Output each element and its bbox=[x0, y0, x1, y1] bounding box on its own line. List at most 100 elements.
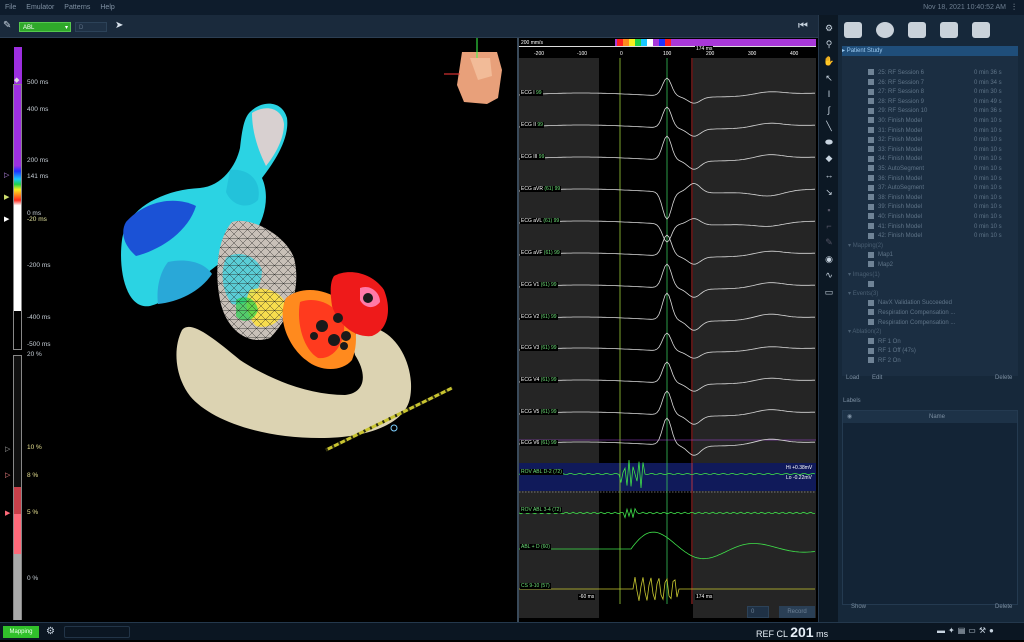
curve-icon[interactable]: ∫ bbox=[822, 103, 836, 117]
ecg-channel-label[interactable]: ECG aVR (61) 99 bbox=[520, 186, 562, 192]
orientation-torso[interactable] bbox=[444, 38, 502, 104]
tree-session-item[interactable]: 28: RF Session 9 0 min 49 s bbox=[842, 97, 1018, 107]
ecg-panel[interactable]: 200 mm/s 174 ms -200 -100 0 100 200 300 400 EC… bbox=[519, 38, 816, 622]
status-field[interactable] bbox=[64, 626, 130, 638]
box-icon[interactable]: ▪ bbox=[822, 203, 836, 217]
settings-sliders-icon[interactable]: ⫶ bbox=[1008, 2, 1020, 13]
tree-header[interactable]: ▸ Patient Study bbox=[842, 46, 1018, 56]
ecg-channel-label[interactable]: ECG III 99 bbox=[520, 154, 546, 160]
tree-item[interactable]: RF 1 On bbox=[842, 337, 1018, 347]
tree-item[interactable]: Respiration Compensation ... bbox=[842, 318, 1018, 328]
ecg-channel-label[interactable]: ECG aVF (61) 99 bbox=[520, 250, 561, 256]
tree-session-item[interactable]: 36: Finish Model 0 min 10 s bbox=[842, 174, 1018, 184]
anatomy-model[interactable] bbox=[0, 38, 518, 622]
comment-icon[interactable]: ▬ bbox=[937, 626, 948, 635]
tree-session-item[interactable]: 37: AutoSegment 0 min 10 s bbox=[842, 183, 1018, 193]
tree-session-item[interactable]: 33: Finish Model 0 min 10 s bbox=[842, 145, 1018, 155]
voltage-marker[interactable]: ▷ bbox=[5, 446, 10, 454]
line-icon[interactable]: ╲ bbox=[822, 119, 836, 133]
menu-file[interactable]: File bbox=[0, 4, 21, 11]
record-button[interactable]: Record bbox=[779, 606, 815, 618]
tree-session-item[interactable]: 30: Finish Model 0 min 10 s bbox=[842, 116, 1018, 126]
tree-session-item[interactable]: 39: Finish Model 0 min 10 s bbox=[842, 202, 1018, 212]
comment-icon[interactable]: ▭ bbox=[822, 285, 836, 299]
tree-session-item[interactable]: 25: RF Session 6 0 min 36 s bbox=[842, 68, 1018, 78]
map-view-icon[interactable] bbox=[908, 22, 926, 38]
study-tree[interactable]: ▸ Patient Study 25: RF Session 6 0 min 36… bbox=[842, 46, 1018, 376]
scale-max-handle[interactable]: ◆ bbox=[14, 77, 19, 85]
tree-item[interactable]: RF 1 Off (47s) bbox=[842, 346, 1018, 356]
waveform-icon[interactable]: ∿ bbox=[822, 268, 836, 282]
text-cursor-icon[interactable]: I bbox=[822, 87, 836, 101]
ellipse-icon[interactable]: ⬬ bbox=[822, 135, 836, 149]
map-view[interactable]: 500 ms 400 ms 200 ms 141 ms 0 ms -20 ms … bbox=[0, 38, 518, 622]
catheter-select[interactable]: ABL ▾ bbox=[19, 22, 71, 32]
arrow-icon[interactable]: ↘ bbox=[822, 185, 836, 199]
ecg-channel-label[interactable]: ECG I 99 bbox=[520, 90, 543, 96]
tree-item[interactable]: RF 2 On bbox=[842, 356, 1018, 366]
rewind-icon[interactable]: ⏮ bbox=[798, 20, 808, 33]
tree-session-item[interactable]: 40: Finish Model 0 min 10 s bbox=[842, 212, 1018, 222]
menu-patterns[interactable]: Patterns bbox=[59, 4, 95, 11]
tree-group[interactable]: ▾ Ablation(2) bbox=[842, 327, 1018, 337]
heart-view-icon[interactable] bbox=[844, 22, 862, 38]
secondary-select[interactable]: D bbox=[75, 22, 107, 32]
tools-icon[interactable]: ⚒ bbox=[979, 626, 989, 635]
tree-item[interactable]: Map2 bbox=[842, 260, 1018, 270]
measure-icon[interactable]: ↔ bbox=[822, 168, 836, 182]
eraser-icon[interactable]: ◆ bbox=[822, 151, 836, 165]
ecg-channel-label[interactable]: ECG V3 (61) 99 bbox=[520, 345, 558, 351]
ecg-channel-label[interactable]: ECG V2 (61) 99 bbox=[520, 314, 558, 320]
sweep-speed[interactable]: 200 mm/s bbox=[520, 40, 544, 46]
tree-item[interactable]: Respiration Compensation ... bbox=[842, 308, 1018, 318]
gun-icon[interactable]: ⌐ bbox=[822, 219, 836, 233]
note-icon[interactable] bbox=[972, 22, 990, 38]
mic-icon[interactable]: ● bbox=[989, 626, 997, 635]
tree-session-item[interactable]: 38: Finish Model 0 min 10 s bbox=[842, 193, 1018, 203]
ecg-channel-label[interactable]: CS 9-10 (57) bbox=[520, 583, 551, 589]
pin-icon[interactable]: ✦ bbox=[948, 626, 958, 635]
ecg-channel-label[interactable]: ECG II 99 bbox=[520, 122, 544, 128]
activation-time-scale[interactable] bbox=[13, 84, 22, 350]
tree-session-item[interactable]: 34: Finish Model 0 min 10 s bbox=[842, 154, 1018, 164]
gear-icon[interactable]: ⚙ bbox=[46, 625, 55, 639]
ecg-channel-label[interactable]: ABL + D (60) bbox=[520, 544, 551, 550]
tree-group[interactable]: ▾ Events(3) bbox=[842, 289, 1018, 299]
tree-group[interactable]: ▾ Images(1) bbox=[842, 270, 1018, 280]
labels-delete-button[interactable]: Delete bbox=[995, 604, 1012, 610]
hand-icon[interactable]: ✋ bbox=[822, 54, 836, 68]
cube-icon[interactable] bbox=[940, 22, 958, 38]
labels-table[interactable]: ◉ Name bbox=[842, 410, 1018, 605]
tree-session-item[interactable]: 41: Finish Model 0 min 10 s bbox=[842, 222, 1018, 232]
gear-icon[interactable]: ⚙ bbox=[822, 21, 836, 35]
ecg-channel-label[interactable]: ECG V6 (61) 99 bbox=[520, 440, 558, 446]
ecg-channel-label[interactable]: ROV ABL D-2 (72) bbox=[520, 469, 563, 475]
pen-icon[interactable]: ✎ bbox=[822, 235, 836, 249]
tree-session-item[interactable]: 27: RF Session 8 0 min 30 s bbox=[842, 87, 1018, 97]
tree-session-item[interactable]: 42: Finish Model 0 min 10 s bbox=[842, 231, 1018, 241]
edit-button[interactable]: Edit bbox=[872, 375, 882, 381]
tree-session-item[interactable]: 26: RF Session 7 0 min 34 s bbox=[842, 78, 1018, 88]
catheter-icon[interactable]: ✎ bbox=[3, 20, 14, 32]
ecg-channel-label[interactable]: ECG V4 (61) 99 bbox=[520, 377, 558, 383]
tree-item[interactable] bbox=[842, 279, 1018, 289]
voltage-scale[interactable] bbox=[13, 355, 22, 620]
voltage-marker[interactable]: ▶ bbox=[5, 510, 10, 518]
tree-session-item[interactable]: 29: RF Session 10 0 min 36 s bbox=[842, 106, 1018, 116]
tree-session-item[interactable]: 32: Finish Model 0 min 10 s bbox=[842, 135, 1018, 145]
tree-item[interactable]: NavX Validation Succeeded bbox=[842, 298, 1018, 308]
voltage-marker[interactable]: ▷ bbox=[5, 472, 10, 480]
scale-marker-triangle[interactable]: ▶ bbox=[4, 194, 9, 202]
mapping-button[interactable]: Mapping bbox=[3, 626, 39, 638]
ecg-channel-label[interactable]: ECG V5 (61) 99 bbox=[520, 409, 558, 415]
scale-marker-141[interactable]: ▷ bbox=[4, 172, 9, 180]
magnify-icon[interactable]: ⚲ bbox=[822, 37, 836, 51]
tree-group[interactable]: ▾ Mapping(2) bbox=[842, 241, 1018, 251]
ecg-bottom-select[interactable]: 0 bbox=[747, 606, 769, 618]
scale-marker-white[interactable]: ▶ bbox=[4, 216, 9, 224]
sphere-icon[interactable] bbox=[876, 22, 894, 38]
delete-button[interactable]: Delete bbox=[995, 375, 1012, 381]
layers-icon[interactable]: ▤ bbox=[958, 626, 969, 635]
eye-icon[interactable]: ◉ bbox=[847, 411, 852, 423]
tree-item[interactable]: Map1 bbox=[842, 250, 1018, 260]
